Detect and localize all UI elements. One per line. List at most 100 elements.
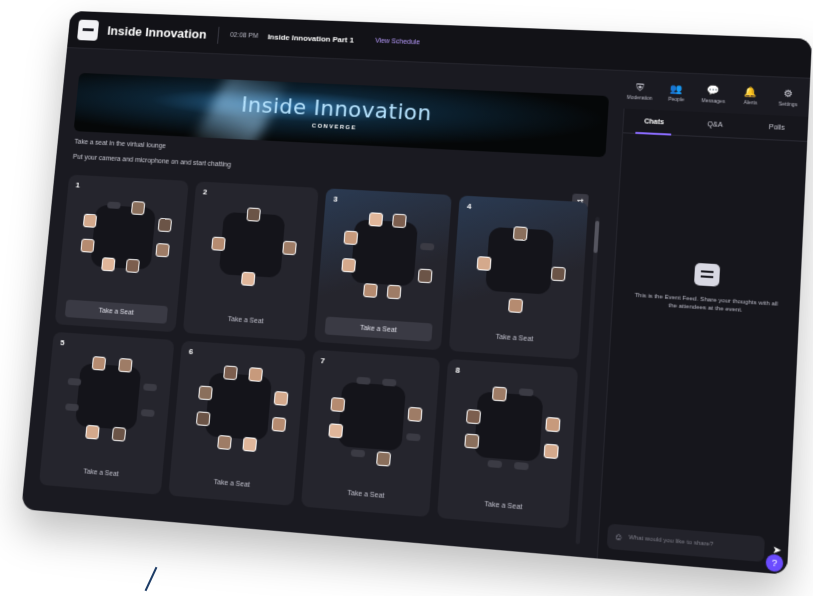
nav-icons: ⛨ Moderation 👥 People 💬 Messages 🔔 Alert… [625,82,803,109]
attendee-avatar [386,284,402,300]
tab-qa[interactable]: Q&A [684,111,747,138]
attendee-avatar [118,357,133,373]
main-content: Inside Innovation CONVERGE Take a seat i… [31,56,614,556]
decorative-slash [144,566,158,592]
attendee-avatar [271,416,287,432]
emoji-icon[interactable]: ☺ [613,531,623,542]
take-a-seat-button[interactable]: Take a Seat [49,460,153,486]
nav-label: Moderation [626,94,653,102]
attendee-avatar [91,356,107,371]
tab-polls[interactable]: Polls [745,114,808,141]
lounge-table-7: 7 Take a Seat [300,349,441,518]
lounge-table-8: 8 Take a Seat [436,358,579,529]
attendee-avatar [341,258,357,273]
nav-messages[interactable]: 💬 Messages [699,85,729,106]
table-surface [337,381,407,452]
empty-seat[interactable] [513,461,529,471]
attendee-avatar [407,406,423,422]
attendee-avatar [476,256,492,271]
attendee-avatar [198,385,213,401]
nav-label: Settings [778,101,798,109]
attendee-avatar [111,426,127,442]
attendee-avatar [195,411,211,427]
lounge-subtitle: Put your camera and microphone on and st… [72,153,232,169]
empty-seat[interactable] [487,459,503,469]
table-number: 6 [188,347,194,357]
attendee-avatar [491,386,508,402]
app-window: Inside Innovation 02:08 PM Inside Innova… [21,10,813,575]
empty-seat[interactable] [140,409,155,417]
nav-label: Messages [701,98,726,106]
take-a-seat-button[interactable]: Take a Seat [324,316,433,342]
take-a-seat-button[interactable]: Take a Seat [64,299,168,324]
empty-seat[interactable] [67,377,82,386]
lounge-tables: 1 Take a Seat 2 Take a Seat 3 Take a Seat 4 Tak… [38,174,589,529]
attendee-avatar [545,416,561,433]
attendee-avatar [512,226,528,241]
attendee-avatar [328,423,344,439]
attendee-avatar [246,207,261,222]
chat-input-placeholder[interactable]: What would you like to share? [628,535,713,548]
lounge-table-1: 1 Take a Seat [54,174,189,333]
feed-empty-state: This is the Event Feed. Share your thoug… [633,259,780,317]
chat-input-box[interactable]: ☺ What would you like to share? ➤ [606,523,782,563]
session-title: Inside Innovation Part 1 [267,32,355,45]
lounge-table-6: 6 Take a Seat [168,340,306,506]
nav-label: Alerts [743,99,758,107]
bell-icon: 🔔 [744,87,758,99]
attendee-avatar [130,201,146,216]
chat-feed-icon [693,262,721,287]
table-surface [218,211,286,278]
attendee-avatar [217,434,232,450]
nav-moderation[interactable]: ⛨ Moderation [625,82,655,102]
empty-seat[interactable] [350,449,366,458]
take-a-seat-button[interactable]: Take a Seat [193,308,299,333]
table-number: 8 [455,365,461,375]
view-schedule-link[interactable]: View Schedule [369,35,426,50]
table-number: 1 [75,180,81,190]
attendee-avatar [85,424,100,440]
tab-chats[interactable]: Chats [623,109,685,136]
table-number: 7 [320,356,326,366]
empty-seat[interactable] [406,433,421,442]
take-a-seat-button[interactable]: Take a Seat [179,470,286,497]
scroll-thumb[interactable] [593,220,600,254]
attendee-avatar [550,266,566,282]
help-icon: ? [771,557,778,569]
take-a-seat-button[interactable]: Take a Seat [311,481,420,508]
attendee-avatar [376,451,392,467]
empty-seat[interactable] [518,388,534,397]
help-button[interactable]: ? [765,553,784,573]
attendee-avatar [248,367,263,383]
lounge-title: Take a seat in the virtual lounge [74,138,167,150]
session-time: 02:08 PM [229,32,259,40]
empty-seat[interactable] [356,376,371,385]
empty-seat[interactable] [107,201,121,209]
brand-name: Inside Innovation [106,23,208,42]
attendee-avatar [543,443,559,460]
gear-icon: ⚙ [783,88,794,101]
table-surface [74,363,142,431]
empty-seat[interactable] [420,242,435,251]
attendee-avatar [157,217,173,233]
take-a-seat-button[interactable]: Take a Seat [448,492,560,520]
attendee-avatar [211,236,226,251]
attendee-avatar [464,433,480,449]
nav-alerts[interactable]: 🔔 Alerts [736,87,766,107]
sidebar-tabs: Chats Q&A Polls [623,108,809,142]
take-a-seat-button[interactable]: Take a Seat [459,325,570,350]
lounge-table-4: 4 Take a Seat [448,195,589,360]
empty-seat[interactable] [143,383,158,392]
lounge-table-5: 5 Take a Seat [38,331,175,495]
messages-icon: 💬 [707,85,721,97]
nav-people[interactable]: 👥 People [662,84,692,104]
attendee-avatar [155,243,170,258]
nav-settings[interactable]: ⚙ Settings [773,88,803,109]
stage: Inside Innovation 02:08 PM Inside Innova… [0,0,813,596]
empty-seat[interactable] [382,378,397,387]
lounge-table-2: 2 Take a Seat [182,181,319,342]
attendee-avatar [368,212,384,227]
attendee-avatar [80,238,95,253]
empty-seat[interactable] [65,403,79,412]
attendee-avatar [282,240,297,256]
